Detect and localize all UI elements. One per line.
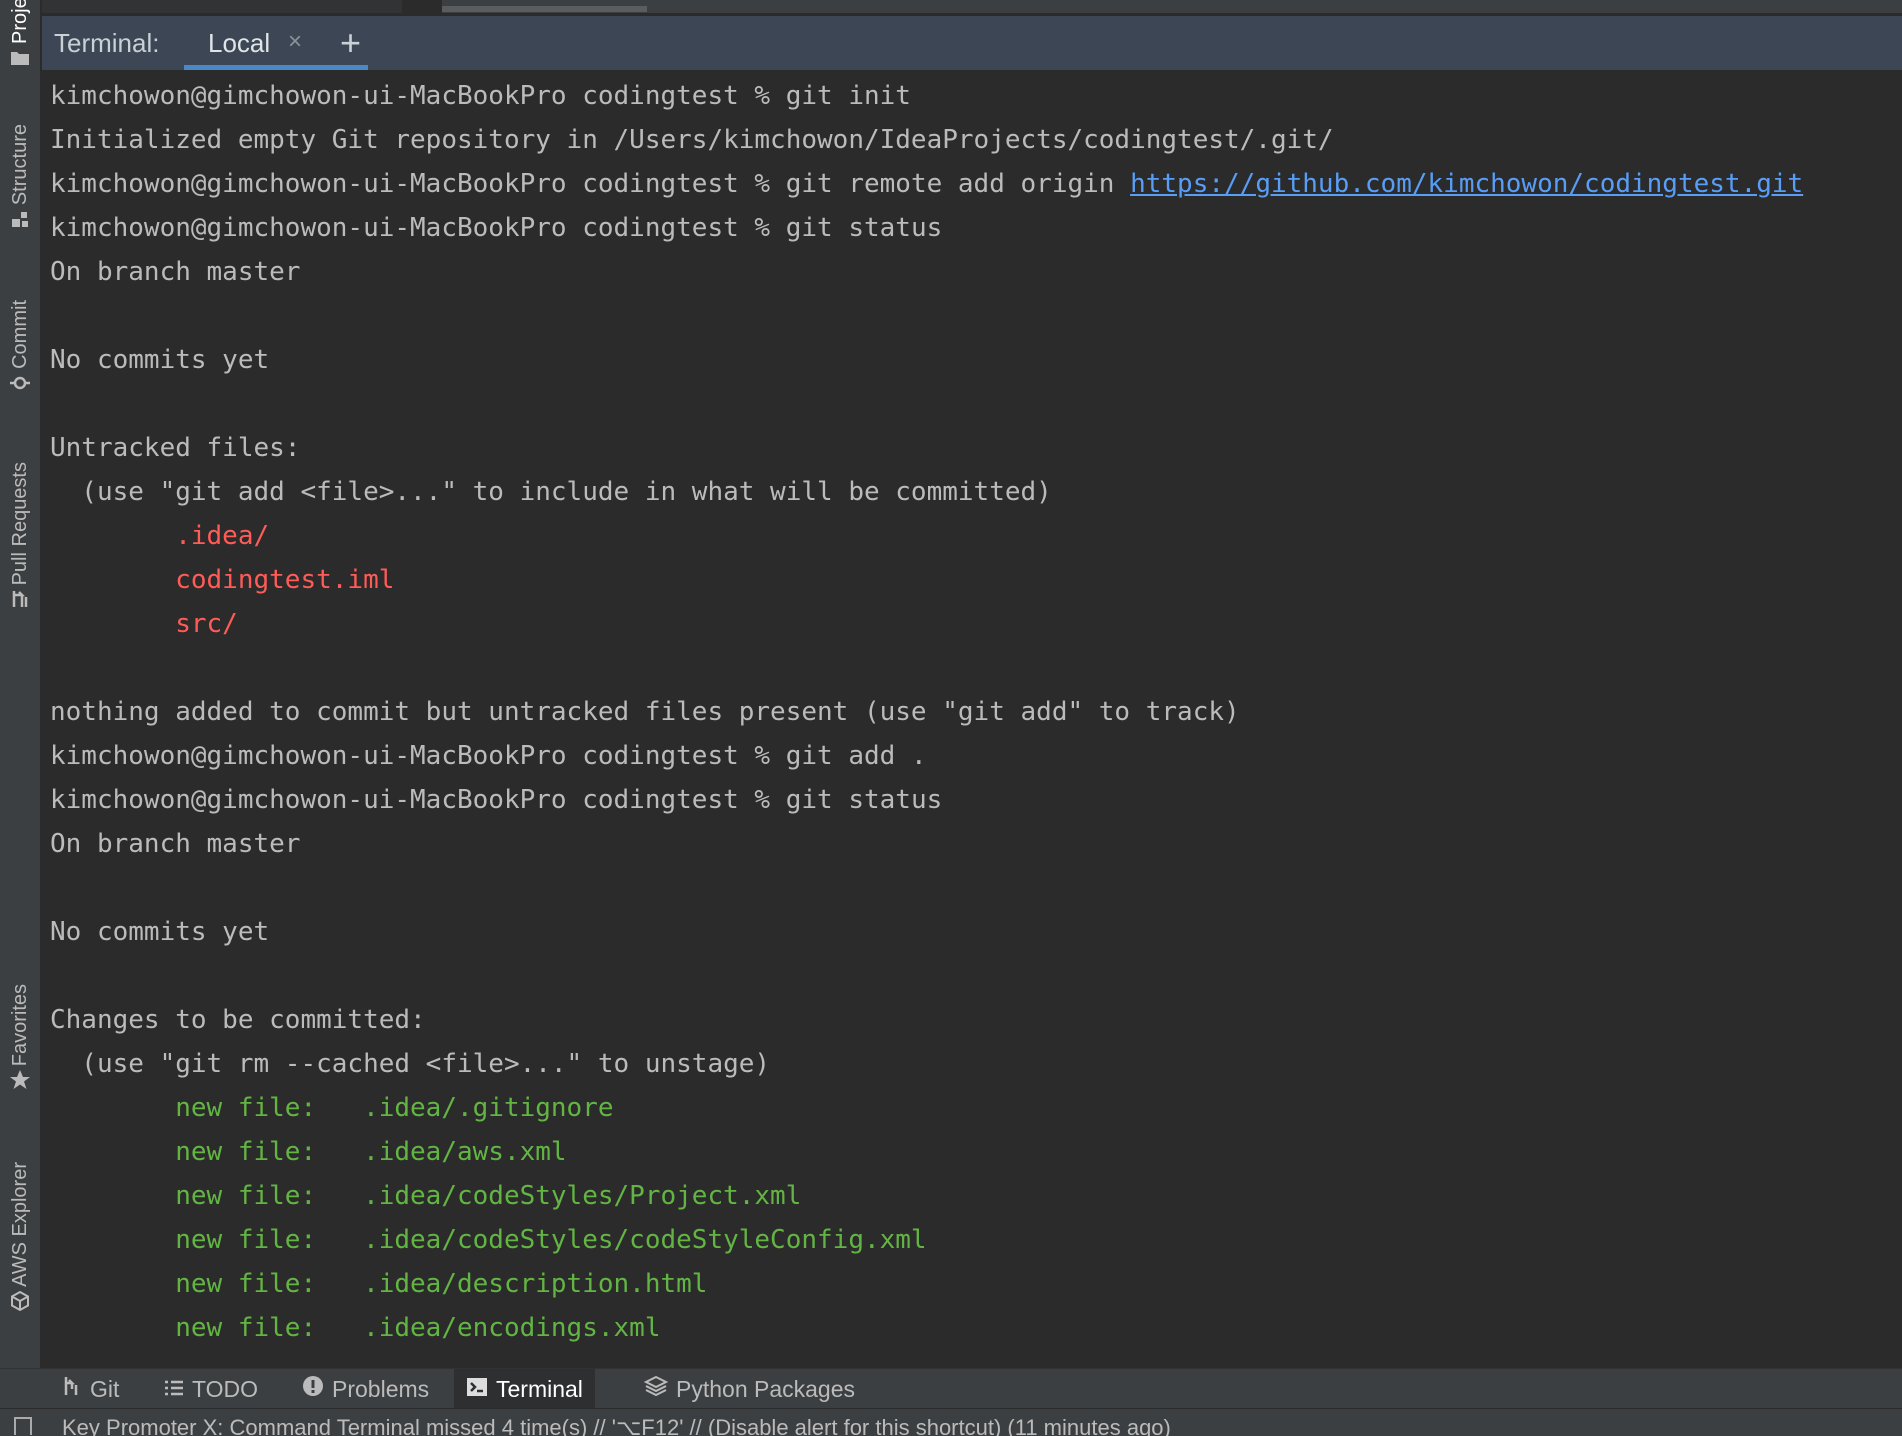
untracked-file-line: codingtest.iml: [50, 565, 395, 595]
layers-icon: [643, 1375, 669, 1403]
terminal-output-line: Initialized empty Git repository in /Use…: [50, 125, 1334, 155]
tool-tab-structure-label: Structure: [9, 124, 31, 206]
bottom-tab-git[interactable]: Git: [50, 1369, 131, 1409]
terminal-title: Terminal:: [54, 28, 160, 58]
terminal-output-line: No commits yet: [50, 345, 270, 375]
terminal-output[interactable]: kimchowon@gimchowon-ui-MacBookPro coding…: [50, 74, 1890, 1364]
git-branch-icon: [62, 1375, 82, 1403]
terminal-command-line: kimchowon@gimchowon-ui-MacBookPro coding…: [50, 734, 1890, 778]
editor-tab-strip: [42, 0, 1902, 13]
bottom-tab-python-packages-label: Python Packages: [676, 1375, 856, 1402]
bottom-tab-git-label: Git: [90, 1375, 120, 1402]
exclamation-icon: [302, 1375, 324, 1403]
tool-tab-aws-explorer-label: AWS Explorer: [9, 1162, 31, 1287]
terminal-command-line: kimchowon@gimchowon-ui-MacBookPro coding…: [50, 778, 1890, 822]
untracked-file-line: .idea/: [50, 521, 270, 551]
horizontal-scrollbar[interactable]: [442, 6, 647, 12]
terminal-prompt: kimchowon@gimchowon-ui-MacBookPro coding…: [50, 213, 786, 243]
bottom-tab-todo-label: TODO: [192, 1375, 259, 1402]
active-tab-indicator: [184, 65, 368, 70]
staged-file-line: new file: .idea/description.html: [50, 1269, 708, 1299]
terminal-command: git remote add origin: [785, 169, 1131, 199]
editor-tab-area: [42, 0, 402, 13]
terminal-prompt: kimchowon@gimchowon-ui-MacBookPro coding…: [50, 741, 786, 771]
close-icon[interactable]: ×: [288, 28, 302, 56]
terminal-tab-label: Local: [208, 28, 271, 58]
terminal-command: git add .: [785, 741, 927, 771]
tool-tab-pull-requests-label: Pull Requests: [9, 462, 31, 586]
terminal-prompt: kimchowon@gimchowon-ui-MacBookPro coding…: [50, 81, 786, 111]
terminal-command: git status: [785, 785, 943, 815]
untracked-file-line: src/: [50, 609, 238, 639]
staged-file-line: new file: .idea/codeStyles/codeStyleConf…: [50, 1225, 927, 1255]
terminal-command-line: kimchowon@gimchowon-ui-MacBookPro coding…: [50, 74, 1890, 118]
pull-request-icon: [0, 585, 40, 613]
tool-tab-commit[interactable]: Commit: [0, 300, 40, 397]
staged-file-line: new file: .idea/codeStyles/Project.xml: [50, 1181, 802, 1211]
bottom-tool-bar: Git TODO Problems Terminal Python Packag…: [0, 1368, 1902, 1409]
window-toggle-icon[interactable]: [14, 1417, 32, 1435]
terminal-command: git init: [785, 81, 911, 111]
staged-file-line: new file: .idea/.gitignore: [50, 1093, 614, 1123]
terminal-output-line: No commits yet: [50, 917, 270, 947]
tool-tab-favorites-label: Favorites: [9, 984, 31, 1067]
status-message[interactable]: Key Promoter X: Command Terminal missed …: [62, 1415, 1171, 1436]
status-bar: Key Promoter X: Command Terminal missed …: [0, 1408, 1902, 1436]
commit-icon: [0, 369, 40, 397]
tool-tab-favorites[interactable]: Favorites: [0, 984, 40, 1094]
tool-tab-pull-requests[interactable]: Pull Requests: [0, 462, 40, 613]
terminal-output-line: Untracked files:: [50, 433, 301, 463]
tool-tab-project[interactable]: Proje: [0, 0, 40, 72]
cube-icon: [0, 1287, 40, 1315]
bottom-tab-todo[interactable]: TODO: [152, 1369, 270, 1409]
tool-tab-commit-label: Commit: [9, 300, 31, 369]
ide-window: Proje Structure Commit Pull Requests Fav: [0, 0, 1902, 1436]
terminal-output-line: On branch master: [50, 257, 301, 287]
left-tool-strip: Proje Structure Commit Pull Requests Fav: [0, 0, 41, 1368]
terminal-icon: [466, 1376, 488, 1403]
terminal-prompt: kimchowon@gimchowon-ui-MacBookPro coding…: [50, 169, 786, 199]
terminal-tab-bar: Terminal: Local × +: [42, 16, 1902, 71]
terminal-output-line: On branch master: [50, 829, 301, 859]
terminal-command-line: kimchowon@gimchowon-ui-MacBookPro coding…: [50, 206, 1890, 250]
editor-tab-gap: [402, 0, 442, 13]
staged-file-line: new file: .idea/encodings.xml: [50, 1313, 661, 1343]
terminal-output-line: nothing added to commit but untracked fi…: [50, 697, 1240, 727]
terminal-output-line: (use "git rm --cached <file>..." to unst…: [50, 1049, 771, 1079]
tool-tab-aws-explorer[interactable]: AWS Explorer: [0, 1162, 40, 1315]
bottom-tab-terminal-label: Terminal: [496, 1375, 583, 1402]
bottom-tab-problems[interactable]: Problems: [290, 1369, 441, 1409]
terminal-command-line: kimchowon@gimchowon-ui-MacBookPro coding…: [50, 162, 1890, 206]
bottom-tab-terminal[interactable]: Terminal: [454, 1369, 595, 1409]
tool-tab-project-label: Proje: [9, 0, 31, 44]
add-icon[interactable]: +: [340, 22, 361, 64]
terminal-output-line: (use "git add <file>..." to include in w…: [50, 477, 1052, 507]
folder-icon: [0, 44, 40, 72]
terminal-command: git status: [785, 213, 943, 243]
structure-icon: [0, 205, 40, 233]
tool-tab-structure[interactable]: Structure: [0, 124, 40, 233]
bottom-tab-python-packages[interactable]: Python Packages: [632, 1369, 867, 1409]
terminal-prompt: kimchowon@gimchowon-ui-MacBookPro coding…: [50, 785, 786, 815]
staged-file-line: new file: .idea/aws.xml: [50, 1137, 567, 1167]
terminal-link[interactable]: https://github.com/kimchowon/codingtest.…: [1130, 169, 1803, 199]
bottom-tab-problems-label: Problems: [332, 1375, 430, 1402]
star-icon: [0, 1066, 40, 1094]
terminal-output-line: Changes to be committed:: [50, 1005, 426, 1035]
list-icon: [164, 1376, 184, 1403]
